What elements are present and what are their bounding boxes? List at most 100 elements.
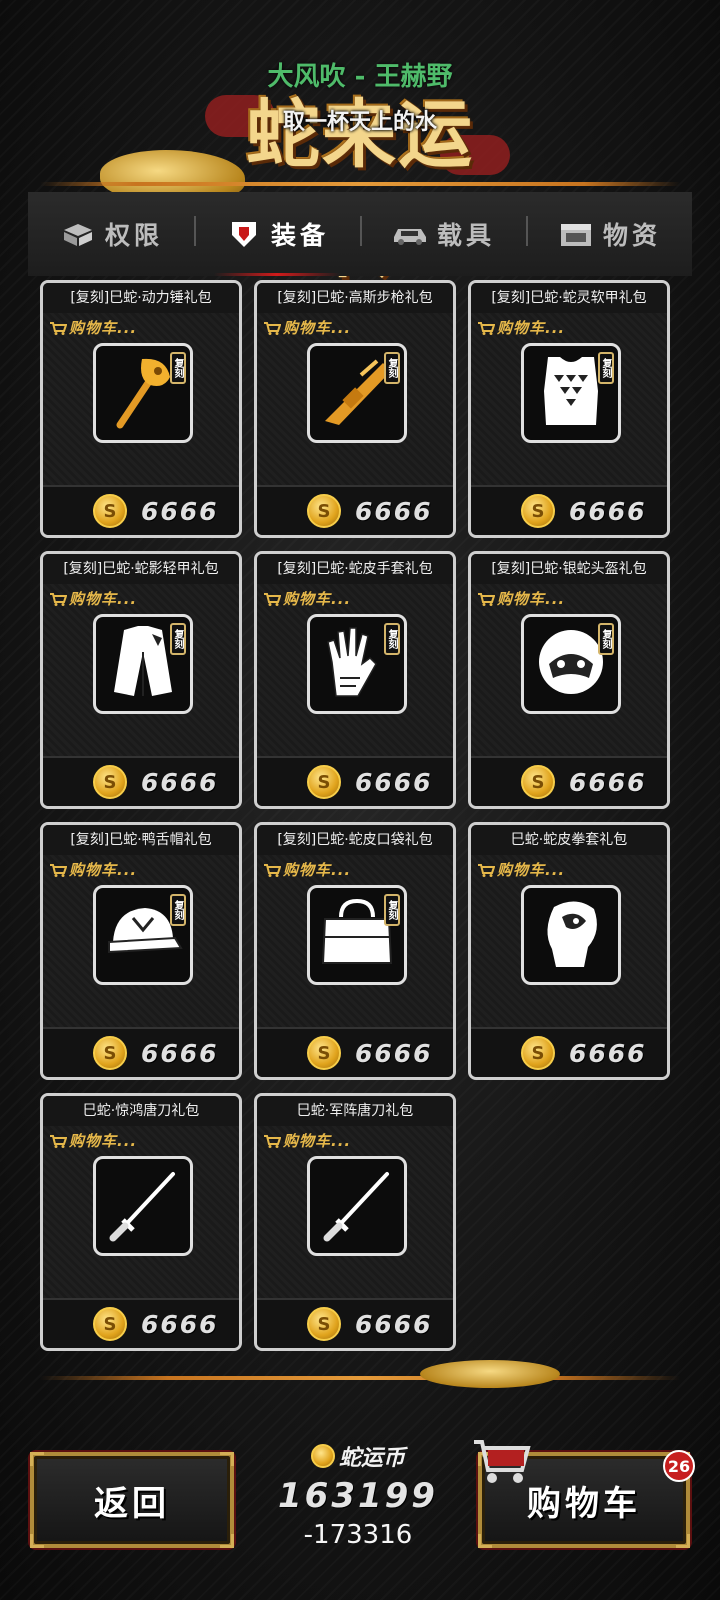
item-price: 6666 [355,1038,433,1068]
back-button[interactable]: 返回 [30,1452,234,1548]
sword-icon [317,1164,397,1248]
currency-difference: -173316 [303,1520,413,1550]
add-to-cart-tag[interactable]: 购物车... [49,859,137,880]
add-to-cart-tag[interactable]: 购物车... [477,317,565,338]
coin-icon: S [93,765,127,799]
coin-icon: S [307,1307,341,1341]
replica-badge: 复刻 [384,352,400,384]
replica-badge: 复刻 [384,623,400,655]
item-image-frame: 复刻 [307,343,407,443]
item-card[interactable]: [复刻]巳蛇·高斯步枪礼包购物车... 复刻 S 6666 [254,280,456,538]
cart-tag-label: 购物车... [497,861,566,879]
cart-icon [50,1134,67,1148]
item-title: [复刻]巳蛇·高斯步枪礼包 [257,283,453,313]
lyric-line: 取一杯天上的水 [282,110,437,135]
item-card[interactable]: 巳蛇·蛇皮拳套礼包 购物车... S 6666 [468,822,670,1080]
cart-tag-label: 购物车... [283,861,352,879]
cart-icon [264,321,281,335]
gift-box-icon [59,221,97,247]
replica-badge: 复刻 [170,623,186,655]
currency-balance: 163199 [278,1476,438,1516]
cart-icon [264,1134,281,1148]
add-to-cart-tag[interactable]: 购物车... [49,1130,137,1151]
item-body: 购物车... 复刻 [257,584,453,756]
cart-tag-label: 购物车... [497,590,566,608]
item-price-row: S 6666 [43,756,239,806]
tab-vehicles[interactable]: 载具 [360,192,526,276]
item-image-frame: 复刻 [307,614,407,714]
item-body: 购物车... 复刻 [471,584,667,756]
tab-equipment[interactable]: 装备 [194,192,360,276]
cart-tag-label: 购物车... [69,1132,138,1150]
coin-icon: S [93,1307,127,1341]
item-title: [复刻]巳蛇·鸭舌帽礼包 [43,825,239,855]
item-price-row: S 6666 [257,756,453,806]
item-price: 6666 [355,767,433,797]
tab-label: 装备 [270,221,329,250]
cart-icon [50,592,67,606]
cart-tag-label: 购物车... [69,861,138,879]
item-price: 6666 [355,1309,433,1339]
cart-icon [50,321,67,335]
add-to-cart-tag[interactable]: 购物车... [263,588,351,609]
sword-icon [103,1164,183,1248]
add-to-cart-tag[interactable]: 购物车... [477,588,565,609]
item-body: 购物车... [471,855,667,1027]
add-to-cart-tag[interactable]: 购物车... [49,588,137,609]
add-to-cart-tag[interactable]: 购物车... [49,317,137,338]
cart-icon [478,863,495,877]
replica-badge: 复刻 [170,894,186,926]
item-card[interactable]: [复刻]巳蛇·蛇影轻甲礼包 购物车... 复刻 S 6666 [40,551,242,809]
item-price-row: S 6666 [43,1298,239,1348]
cart-tag-label: 购物车... [69,590,138,608]
item-price-row: S 6666 [257,1298,453,1348]
item-price: 6666 [569,1038,647,1068]
item-card[interactable]: [复刻]巳蛇·蛇灵软甲礼包 购物车... 复刻 S 6666 [468,280,670,538]
tab-label: 权限 [104,221,163,250]
gloves-icon [322,622,392,706]
item-title: [复刻]巳蛇·动力锤礼包 [43,283,239,313]
item-price-row: S 6666 [471,756,667,806]
tab-permissions[interactable]: 权限 [28,192,194,276]
item-card[interactable]: [复刻]巳蛇·鸭舌帽礼包 购物车... 复刻 S 6666 [40,822,242,1080]
item-title: [复刻]巳蛇·蛇灵软甲礼包 [471,283,667,313]
item-card[interactable]: [复刻]巳蛇·蛇皮手套礼包 购物车... 复刻 S 6666 [254,551,456,809]
item-body: 购物车... [257,1126,453,1298]
tab-label: 物资 [602,221,661,250]
jacket-icon [108,622,178,706]
item-title: [复刻]巳蛇·银蛇头盔礼包 [471,554,667,584]
header: 蛇来运转 大风吹 - 王赫野 取一杯天上的水 [0,0,720,288]
item-title: 巳蛇·军阵唐刀礼包 [257,1096,453,1126]
item-card[interactable]: 巳蛇·惊鸿唐刀礼包购物车... S 6666 [40,1093,242,1351]
item-card[interactable]: [复刻]巳蛇·蛇皮口袋礼包 购物车... 复刻 S 6666 [254,822,456,1080]
item-body: 购物车... 复刻 [43,855,239,1027]
frame-corner [478,1534,492,1548]
add-to-cart-tag[interactable]: 购物车... [477,859,565,880]
add-to-cart-tag[interactable]: 购物车... [263,317,351,338]
item-image-frame: 复刻 [93,614,193,714]
item-card[interactable]: [复刻]巳蛇·动力锤礼包 购物车... 复刻 S 6666 [40,280,242,538]
cart-icon [264,592,281,606]
coin-icon [310,1444,335,1468]
item-image-frame: 复刻 [307,885,407,985]
replica-badge: 复刻 [384,894,400,926]
item-image-frame: 复刻 [521,614,621,714]
item-body: 购物车... 复刻 [257,313,453,485]
add-to-cart-tag[interactable]: 购物车... [263,859,351,880]
item-title: 巳蛇·惊鸿唐刀礼包 [43,1096,239,1126]
add-to-cart-tag[interactable]: 购物车... [263,1130,351,1151]
item-body: 购物车... 复刻 [257,855,453,1027]
tab-label: 载具 [436,221,495,250]
item-card[interactable]: [复刻]巳蛇·银蛇头盔礼包购物车... 复刻 S 6666 [468,551,670,809]
item-body: 购物车... [43,1126,239,1298]
item-price: 6666 [141,1038,219,1068]
item-price-row: S 6666 [471,485,667,535]
item-price-row: S 6666 [257,485,453,535]
boxing-glove-icon [536,893,606,977]
cart-icon [50,863,67,877]
item-card[interactable]: 巳蛇·军阵唐刀礼包购物车... S 6666 [254,1093,456,1351]
coin-icon: S [307,494,341,528]
coin-icon: S [307,765,341,799]
tab-supplies[interactable]: 物资 [526,192,692,276]
item-body: 购物车... 复刻 [43,313,239,485]
